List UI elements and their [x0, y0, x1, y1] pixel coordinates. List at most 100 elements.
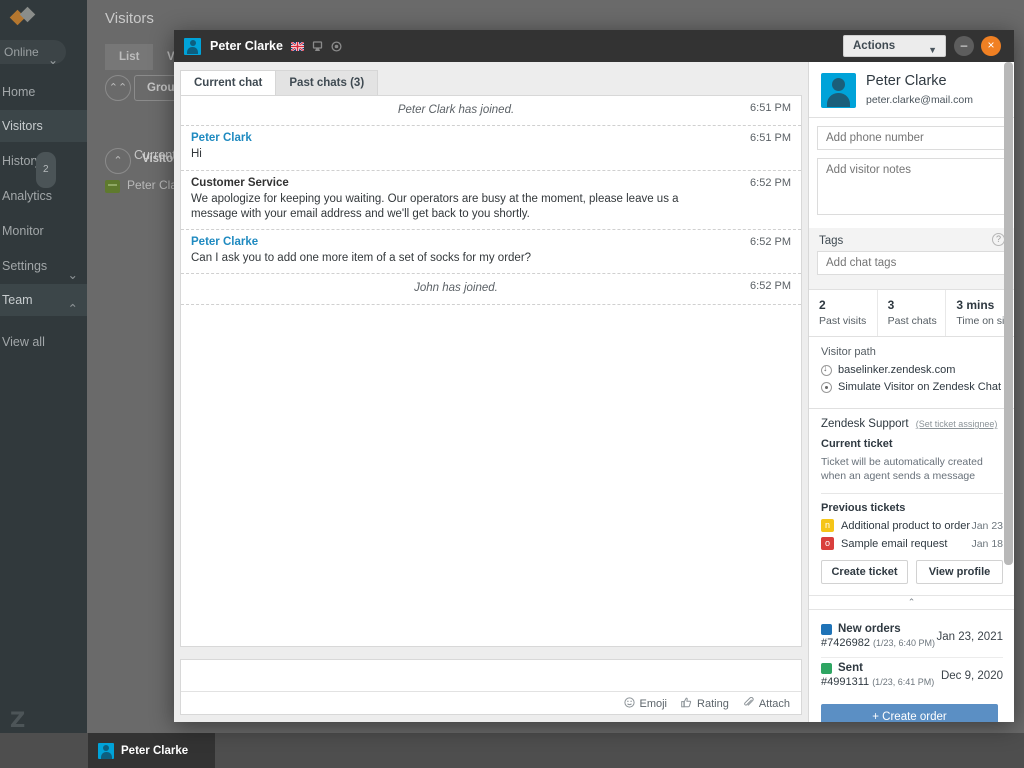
set-ticket-assignee-link[interactable]: (Set ticket assignee)	[916, 419, 998, 429]
visitor-path: Visitor path baselinker.zendesk.com Simu…	[809, 337, 1014, 409]
dot-circle-icon	[821, 381, 832, 393]
visitor-path-entry[interactable]: Simulate Visitor on Zendesk Chat	[821, 381, 1004, 393]
tab-past-chats[interactable]: Past chats (3)	[275, 70, 379, 95]
tab-label: Current chat	[194, 77, 263, 89]
message-text: We apologize for keeping you waiting. Ou…	[191, 192, 679, 220]
order-row[interactable]: Sent #4991311 (1/23, 6:41 PM) Dec 9, 202…	[821, 658, 1003, 696]
window-title: Peter Clarke	[210, 39, 283, 53]
taskbar: Peter Clarke	[0, 733, 1024, 768]
zendesk-logo-icon	[8, 6, 38, 30]
chevron-down-icon: ▼	[928, 45, 937, 55]
view-profile-button[interactable]: View profile	[916, 560, 1003, 585]
visitor-path-text: Simulate Visitor on Zendesk Chat	[838, 381, 1002, 393]
chat-bubble-icon	[105, 180, 120, 193]
stat-value: 3	[887, 298, 895, 312]
stat-past-chats: 3 Past chats	[876, 290, 946, 336]
section-collapse-icon[interactable]: ⌃	[105, 148, 131, 174]
system-message-text: John has joined.	[414, 282, 498, 295]
stat-label: Past visits	[819, 315, 867, 327]
sidebar-item-visitors[interactable]: Visitors	[0, 110, 87, 142]
tab-label: Past chats (3)	[289, 77, 365, 89]
taskbar-item-label: Peter Clarke	[121, 744, 189, 757]
previous-ticket-row[interactable]: o Sample email request Jan 18	[821, 537, 1003, 551]
order-date: Jan 23, 2021	[936, 631, 1003, 644]
actions-dropdown[interactable]: Actions ▼	[843, 35, 946, 57]
sidebar-item-label: Visitors	[2, 119, 43, 133]
background-status-label: Online	[4, 45, 39, 59]
rating-label: Rating	[697, 697, 729, 710]
phone-field[interactable]	[817, 126, 1007, 150]
tab-label: List	[119, 51, 140, 63]
sidebar-scrollbar[interactable]	[1004, 62, 1013, 565]
sidebar-item-view-all[interactable]: View all	[0, 326, 87, 358]
stat-value: 2	[819, 298, 826, 312]
order-status: New orders	[838, 623, 901, 636]
emoji-button[interactable]: Emoji	[623, 696, 667, 711]
attach-label: Attach	[758, 697, 790, 710]
previous-ticket-row[interactable]: n Additional product to order Jan 23	[821, 519, 1003, 533]
order-id: #7426982	[821, 637, 870, 650]
sidebar-item-settings[interactable]: Settings ⌄	[0, 250, 87, 282]
zendesk-wordmark-icon: Z	[10, 708, 26, 732]
create-order-button[interactable]: + Create order	[821, 704, 998, 722]
chat-system-message: Peter Clark has joined. 6:51 PM	[181, 96, 801, 127]
minimize-button[interactable]: –	[954, 36, 974, 56]
visitor-notes-field[interactable]	[817, 158, 1007, 215]
avatar	[821, 73, 856, 108]
sidebar-item-home[interactable]: Home	[0, 76, 87, 108]
previous-tickets-heading: Previous tickets	[821, 502, 906, 515]
close-button[interactable]: ×	[981, 36, 1001, 56]
sidebar-item-label: Monitor	[2, 224, 44, 238]
message-timestamp: 6:52 PM	[750, 236, 791, 249]
visitor-email: peter.clarke@mail.com	[866, 94, 973, 106]
paperclip-icon	[743, 696, 754, 711]
tab-current-chat[interactable]: Current chat	[180, 70, 277, 95]
chat-tags-field[interactable]	[817, 251, 1007, 275]
browser-globe-icon	[331, 40, 342, 52]
attach-button[interactable]: Attach	[743, 696, 790, 711]
ticket-status-badge: o	[821, 537, 834, 551]
visitor-path-entry[interactable]: baselinker.zendesk.com	[821, 363, 1004, 376]
order-status: Sent	[838, 662, 863, 675]
sidebar-item-monitor[interactable]: Monitor	[0, 215, 87, 247]
chat-window: Peter Clarke Actions ▼ – × Current chat …	[174, 30, 1014, 722]
zendesk-support-panel: Zendesk Support (Set ticket assignee) Cu…	[809, 409, 1014, 596]
sidebar-item-team[interactable]: Team ⌃	[0, 284, 87, 316]
actions-label: Actions	[853, 40, 896, 52]
sidebar-item-history[interactable]: History 2	[0, 145, 87, 188]
message-text: Can I ask you to add one more item of a …	[191, 252, 532, 265]
ticket-date: Jan 18	[971, 537, 1003, 550]
message-author: Peter Clarke	[191, 236, 259, 249]
rating-button[interactable]: Rating	[681, 697, 729, 711]
thumbs-up-icon	[681, 697, 692, 711]
emoji-smiley-icon	[623, 696, 635, 711]
message-author: Customer Service	[191, 176, 289, 189]
create-ticket-button[interactable]: Create ticket	[821, 560, 908, 585]
chat-transcript[interactable]: Peter Clark has joined. 6:51 PM Peter Cl…	[180, 95, 802, 647]
avatar-icon	[184, 37, 201, 55]
window-titlebar: Peter Clarke Actions ▼ – ×	[174, 30, 1014, 62]
message-input[interactable]	[181, 660, 801, 691]
current-ticket-note: Ticket will be automatically created whe…	[821, 456, 983, 483]
sidebar-item-analytics[interactable]: Analytics	[0, 180, 87, 212]
monitor-icon	[312, 40, 323, 52]
chat-message: Peter Clark Hi 6:51 PM	[181, 126, 801, 171]
visitor-stats: 2 Past visits 3 Past chats 3 mins Time o…	[809, 289, 1014, 337]
zendesk-support-heading: Zendesk Support (Set ticket assignee)	[821, 418, 1003, 430]
order-meta: (1/23, 6:41 PM)	[872, 677, 935, 688]
message-timestamp: 6:51 PM	[750, 132, 791, 145]
chat-message: Peter Clarke Can I ask you to add one mo…	[181, 230, 801, 275]
chat-column: Current chat Past chats (3) Peter Clark …	[174, 62, 808, 722]
order-row[interactable]: New orders #7426982 (1/23, 6:40 PM) Jan …	[821, 619, 1003, 659]
background-status-selector[interactable]: Online ⌄	[0, 40, 66, 67]
ticket-status-badge: n	[821, 519, 834, 533]
order-status-swatch	[821, 662, 832, 674]
collapse-all-icon[interactable]: ⌃⌃	[105, 75, 131, 101]
ticket-date: Jan 23	[971, 519, 1003, 532]
orders-collapse-toggle[interactable]: ⌃	[809, 595, 1014, 611]
background-tab-list[interactable]: List	[105, 44, 154, 70]
chevron-up-icon: ⌃	[67, 302, 78, 316]
taskbar-item-peter-clarke[interactable]: Peter Clarke	[88, 733, 215, 768]
order-status-swatch	[821, 623, 832, 635]
background-page-title: Visitors	[105, 10, 154, 27]
